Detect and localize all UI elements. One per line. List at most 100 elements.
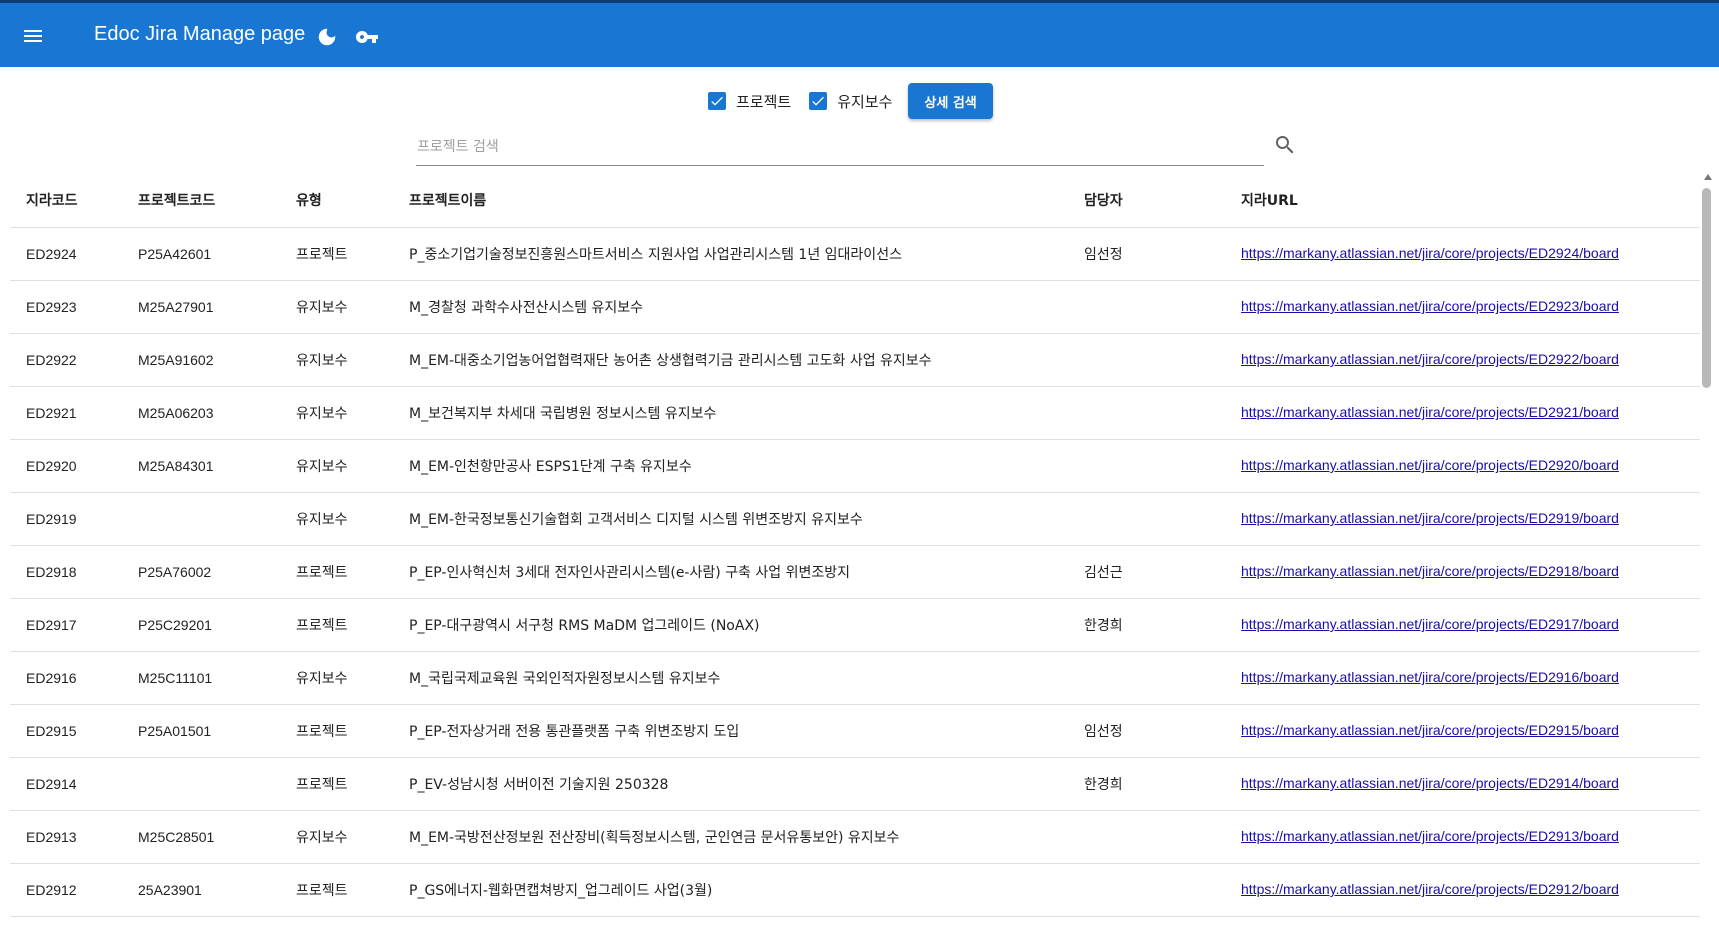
column-header-project-code: 프로젝트코드 xyxy=(122,174,280,228)
table-row[interactable]: ED2923 M25A27901 유지보수 M_경찰청 과학수사전산시스템 유지보수 h… xyxy=(10,280,1700,334)
cell-project-name: M_EM-대중소기업농어업협력재단 농어촌 상생협력기금 관리시스템 고도화 사… xyxy=(393,333,1068,387)
cell-project-name: P_중소기업기술정보진흥원스마트서비스 지원사업 사업관리시스템 1년 임대라이… xyxy=(393,227,1068,281)
table-row[interactable]: ED2915 P25A01501 프로젝트 P_EP-전자상거래 전용 통관플랫폼 구… xyxy=(10,704,1700,758)
jira-url-link[interactable]: https://markany.atlassian.net/jira/core/… xyxy=(1241,457,1619,473)
cell-project-code: M25A84301 xyxy=(122,439,280,493)
cell-project-code: P25A76002 xyxy=(122,545,280,599)
cell-project-code xyxy=(122,492,280,546)
cell-manager: 임선정 xyxy=(1068,704,1225,758)
maintenance-checkbox[interactable]: 유지보수 xyxy=(809,91,892,112)
cell-manager xyxy=(1068,810,1225,864)
jira-url-link[interactable]: https://markany.atlassian.net/jira/core/… xyxy=(1241,563,1619,579)
key-icon[interactable] xyxy=(354,25,380,49)
table-row[interactable]: ED2913 M25C28501 유지보수 M_EM-국방전산정보원 전산장비(획득정… xyxy=(10,810,1700,864)
jira-url-link[interactable]: https://markany.atlassian.net/jira/core/… xyxy=(1241,616,1619,632)
cell-jira-url: https://markany.atlassian.net/jira/core/… xyxy=(1225,280,1700,334)
cell-type: 프로젝트 xyxy=(280,757,393,811)
jira-url-link[interactable]: https://markany.atlassian.net/jira/core/… xyxy=(1241,351,1619,367)
cell-jira-url: https://markany.atlassian.net/jira/core/… xyxy=(1225,598,1700,652)
cell-project-name: M_경찰청 과학수사전산시스템 유지보수 xyxy=(393,280,1068,334)
cell-jira-url: https://markany.atlassian.net/jira/core/… xyxy=(1225,757,1700,811)
table-row[interactable]: ED2914 프로젝트 P_EV-성남시청 서버이전 기술지원 250328 한경희 h… xyxy=(10,757,1700,811)
jira-url-link[interactable]: https://markany.atlassian.net/jira/core/… xyxy=(1241,722,1619,738)
column-header-manager: 담당자 xyxy=(1068,174,1225,228)
cell-jira-code: ED2915 xyxy=(10,704,122,758)
cell-jira-code: ED2923 xyxy=(10,280,122,334)
cell-jira-url: https://markany.atlassian.net/jira/core/… xyxy=(1225,386,1700,440)
cell-jira-code: ED2922 xyxy=(10,333,122,387)
cell-project-code xyxy=(122,757,280,811)
menu-icon[interactable] xyxy=(20,21,50,51)
cell-jira-code: ED2921 xyxy=(10,386,122,440)
cell-project-name: P_EV-성남시청 서버이전 기술지원 250328 xyxy=(393,757,1068,811)
table-row[interactable]: ED2917 P25C29201 프로젝트 P_EP-대구광역시 서구청 RMS Ma… xyxy=(10,598,1700,652)
cell-project-code: P25C29201 xyxy=(122,598,280,652)
cell-manager xyxy=(1068,386,1225,440)
cell-project-code: P25A42601 xyxy=(122,227,280,281)
table-row[interactable]: ED2916 M25C11101 유지보수 M_국립국제교육원 국외인적자원정보시스템… xyxy=(10,651,1700,705)
cell-manager xyxy=(1068,439,1225,493)
moon-icon[interactable] xyxy=(316,26,338,48)
jira-url-link[interactable]: https://markany.atlassian.net/jira/core/… xyxy=(1241,669,1619,685)
search-field xyxy=(416,128,1264,166)
table-row[interactable]: ED2921 M25A06203 유지보수 M_보건복지부 차세대 국립병원 정보시스… xyxy=(10,386,1700,440)
jira-url-link[interactable]: https://markany.atlassian.net/jira/core/… xyxy=(1241,298,1619,314)
scrollbar[interactable] xyxy=(1699,172,1715,949)
search-input[interactable] xyxy=(416,128,1264,166)
cell-project-code: M25A06203 xyxy=(122,386,280,440)
jira-url-link[interactable]: https://markany.atlassian.net/jira/core/… xyxy=(1241,245,1619,261)
cell-project-code: M25A27901 xyxy=(122,280,280,334)
scroll-thumb[interactable] xyxy=(1702,188,1711,388)
cell-jira-code: ED2919 xyxy=(10,492,122,546)
cell-manager xyxy=(1068,863,1225,917)
column-header-project-name: 프로젝트이름 xyxy=(393,174,1068,228)
table-row[interactable]: ED2912 25A23901 프로젝트 P_GS에너지-웹화면캡쳐방지_업그레이드 … xyxy=(10,863,1700,917)
jira-url-link[interactable]: https://markany.atlassian.net/jira/core/… xyxy=(1241,881,1619,897)
cell-type: 유지보수 xyxy=(280,386,393,440)
jira-url-link[interactable]: https://markany.atlassian.net/jira/core/… xyxy=(1241,404,1619,420)
cell-jira-code: ED2918 xyxy=(10,545,122,599)
search-icon[interactable] xyxy=(1273,133,1297,157)
detail-search-button[interactable]: 상세 검색 xyxy=(908,83,993,119)
table-row[interactable]: ED2919 유지보수 M_EM-한국정보통신기술협회 고객서비스 디지털 시스템 … xyxy=(10,492,1700,546)
cell-project-code: M25C28501 xyxy=(122,810,280,864)
cell-jira-url: https://markany.atlassian.net/jira/core/… xyxy=(1225,810,1700,864)
table-row[interactable]: ED2924 P25A42601 프로젝트 P_중소기업기술정보진흥원스마트서비스 지… xyxy=(10,227,1700,281)
project-checkbox[interactable]: 프로젝트 xyxy=(708,91,791,112)
cell-project-name: P_EP-대구광역시 서구청 RMS MaDM 업그레이드 (NoAX) xyxy=(393,598,1068,652)
scroll-up-icon[interactable] xyxy=(1704,174,1712,180)
cell-type: 유지보수 xyxy=(280,810,393,864)
cell-type: 유지보수 xyxy=(280,439,393,493)
table-row[interactable]: ED2920 M25A84301 유지보수 M_EM-인천항만공사 ESPS1단계 구… xyxy=(10,439,1700,493)
column-header-type: 유형 xyxy=(280,174,393,228)
cell-manager xyxy=(1068,280,1225,334)
cell-project-code: M25A91602 xyxy=(122,333,280,387)
checkbox-checked-icon[interactable] xyxy=(809,92,828,110)
project-checkbox-label: 프로젝트 xyxy=(736,92,792,111)
cell-project-name: P_EP-인사혁신처 3세대 전자인사관리시스템(e-사람) 구축 사업 위변조… xyxy=(393,545,1068,599)
cell-type: 프로젝트 xyxy=(280,227,393,281)
project-table: 지라코드 프로젝트코드 유형 프로젝트이름 담당자 지라URL ED2924 P25A426… xyxy=(10,174,1700,949)
column-header-jira-code: 지라코드 xyxy=(10,174,122,228)
cell-type: 프로젝트 xyxy=(280,863,393,917)
jira-url-link[interactable]: https://markany.atlassian.net/jira/core/… xyxy=(1241,510,1619,526)
cell-jira-url: https://markany.atlassian.net/jira/core/… xyxy=(1225,333,1700,387)
cell-jira-code: ED2920 xyxy=(10,439,122,493)
cell-jira-code: ED2924 xyxy=(10,227,122,281)
checkbox-checked-icon[interactable] xyxy=(708,92,726,110)
cell-project-code: 25A23901 xyxy=(122,863,280,917)
cell-jira-code: ED2916 xyxy=(10,651,122,705)
cell-manager xyxy=(1068,333,1225,387)
cell-type: 프로젝트 xyxy=(280,545,393,599)
cell-jira-url: https://markany.atlassian.net/jira/core/… xyxy=(1225,704,1700,758)
cell-jira-url: https://markany.atlassian.net/jira/core/… xyxy=(1225,439,1700,493)
cell-jira-url: https://markany.atlassian.net/jira/core/… xyxy=(1225,651,1700,705)
cell-project-name: M_국립국제교육원 국외인적자원정보시스템 유지보수 xyxy=(393,651,1068,705)
cell-type: 유지보수 xyxy=(280,492,393,546)
cell-jira-url: https://markany.atlassian.net/jira/core/… xyxy=(1225,227,1700,281)
table-row[interactable]: ED2918 P25A76002 프로젝트 P_EP-인사혁신처 3세대 전자인사관리… xyxy=(10,545,1700,599)
table-row[interactable]: ED2922 M25A91602 유지보수 M_EM-대중소기업농어업협력재단 농어촌… xyxy=(10,333,1700,387)
jira-url-link[interactable]: https://markany.atlassian.net/jira/core/… xyxy=(1241,828,1619,844)
jira-url-link[interactable]: https://markany.atlassian.net/jira/core/… xyxy=(1241,775,1619,791)
cell-type: 유지보수 xyxy=(280,333,393,387)
